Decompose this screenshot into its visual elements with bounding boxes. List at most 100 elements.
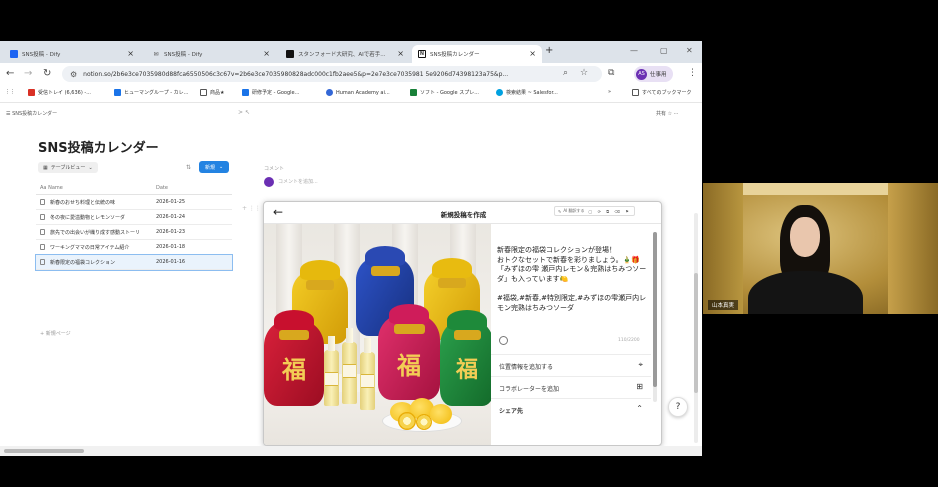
post-image: 福 福 福 [264, 224, 491, 445]
column-header-date[interactable]: Date [156, 185, 168, 191]
edit-icon: ✎ [558, 208, 562, 214]
bookmark-label: Human Academy ai... [336, 89, 390, 96]
share-to-row[interactable]: シェア先 ⌃ [491, 398, 651, 420]
browser-tab-strip: SNS投稿 - Dify × ✉ SNS投稿 - Dify × スタンフォード大… [0, 41, 702, 63]
share-label: 共有 [656, 111, 667, 117]
comment-label: コメント [264, 166, 285, 172]
zoom-icon[interactable]: ⌕ [563, 68, 568, 78]
comment-input[interactable]: コメントを追加... [278, 178, 318, 185]
row-date: 2026-01-18 [156, 244, 186, 250]
breadcrumb-label: SNS投稿カレンダー [12, 111, 58, 117]
row-name: 旅先での出会いが織り成す感動ストーリ [50, 230, 141, 236]
caption-text[interactable]: 新春限定の福袋コレクションが登場！ おトクなセットで新春を彩りましょう。🎍🎁 「… [497, 246, 647, 313]
new-button[interactable]: 新規 ⌄ [199, 161, 230, 173]
bookmark-training[interactable]: 研修予定 - Google... [242, 89, 299, 96]
sort-icon[interactable]: ⇅ [186, 164, 191, 171]
bookmark-label: 受信トレイ (6,636) -... [38, 90, 91, 96]
avatar [264, 177, 274, 187]
help-icon[interactable]: ? [668, 397, 688, 417]
table-row[interactable]: ワーキングママの日常アイテム紹介 2026-01-18 [36, 240, 232, 255]
bookmark-salesforce[interactable]: 検索結果 ~ Salesfor... [496, 89, 558, 96]
site-info-icon[interactable]: ⚙ [70, 70, 77, 79]
table-view-tab[interactable]: ▦ テーブルビュー ⌄ [38, 162, 98, 173]
share-to-label: シェア先 [499, 408, 524, 415]
window-close-icon[interactable]: ✕ [686, 46, 693, 55]
bookmark-star-icon[interactable]: ☆ [580, 68, 588, 78]
maximize-icon[interactable]: ▢ [660, 46, 668, 55]
news-icon [286, 50, 294, 58]
bookmark-human-academy[interactable]: Human Academy ai... [326, 89, 390, 96]
add-page-link[interactable]: + 新規ページ [40, 330, 71, 337]
bookmark-calendar[interactable]: ヒューマングループ - カレ... [114, 89, 188, 96]
table-icon: ▦ [43, 164, 48, 171]
dialog-scrollbar[interactable] [653, 232, 657, 402]
page-title: SNS投稿カレンダー [38, 141, 159, 156]
close-icon[interactable]: × [127, 49, 134, 58]
notion-icon: N [418, 50, 426, 58]
translate-toolbar[interactable]: ✎ AI 翻訳する ▢ ⟳ ⧉ ⌫ ⚑ [554, 206, 635, 216]
browser-tab-2[interactable]: ✉ SNS投稿 - Dify × [146, 45, 276, 63]
folder-icon [632, 89, 639, 96]
new-tab-icon[interactable]: + [545, 45, 553, 56]
table-header: Aa Name Date [36, 181, 232, 195]
add-collaborator-row[interactable]: コラボレーターを追加 ⊞ [491, 376, 651, 398]
chevron-down-icon: ⌄ [219, 164, 224, 170]
fuku-kanji: 福 [397, 351, 421, 380]
bookmark-label: すべてのブックマーク [642, 90, 692, 96]
lemon [430, 404, 452, 424]
minimize-icon[interactable]: — [630, 46, 638, 55]
add-block-icon[interactable]: + ⋮⋮ [242, 205, 261, 212]
bookmark-gmail[interactable]: 受信トレイ (6,636) -... [28, 89, 91, 96]
bookmark-label: 研修予定 - Google... [252, 90, 300, 96]
share-and-more[interactable]: 共有 ☆ ⋯ [656, 110, 679, 117]
soda-bottle [324, 336, 339, 406]
chevron-up-icon: ⌃ [636, 404, 643, 413]
browser-tab-3[interactable]: スタンフォード大研究、AIで若手... × [280, 45, 410, 63]
page-icon [40, 259, 45, 265]
calendar-icon [242, 89, 249, 96]
close-icon[interactable]: × [529, 49, 536, 58]
row-date: 2026-01-16 [156, 259, 186, 265]
emoji-icon[interactable] [499, 336, 508, 345]
column-header-name[interactable]: Aa Name [40, 185, 63, 191]
forward-icon[interactable]: → [24, 68, 32, 79]
panel-expand-icon[interactable]: > ↖ [238, 109, 250, 116]
page-scrollbar[interactable] [694, 213, 698, 443]
browser-tab-4-active[interactable]: N SNS投稿カレンダー × [412, 45, 542, 63]
all-bookmarks[interactable]: すべてのブックマーク [632, 89, 691, 96]
lemon-slice [416, 414, 432, 430]
breadcrumb[interactable]: ☰ SNS投稿カレンダー [6, 110, 57, 117]
dify-icon: ✉ [153, 50, 159, 58]
shared-screen: SNS投稿 - Dify × ✉ SNS投稿 - Dify × スタンフォード大… [0, 41, 702, 456]
more-bookmarks-icon[interactable]: » [608, 89, 611, 95]
soda-bottle [360, 338, 375, 410]
extensions-icon[interactable]: ⧉ [608, 68, 614, 78]
apps-icon[interactable]: ⋮⋮ [5, 89, 15, 95]
person-icon [326, 89, 333, 96]
menu-kebab-icon[interactable]: ⋮ [688, 68, 697, 78]
table-row[interactable]: 新春のおせち料理と伝統の味 2026-01-25 [36, 195, 232, 210]
reload-icon[interactable]: ↻ [43, 68, 51, 79]
horizontal-scrollbar[interactable] [0, 446, 702, 456]
bookmark-sheets[interactable]: ソフト - Google スプレ... [410, 89, 479, 96]
browser-tab-1[interactable]: SNS投稿 - Dify × [4, 45, 140, 63]
add-location-row[interactable]: 位置情報を追加する ⌖ [491, 354, 651, 376]
profile-chip[interactable]: AS 仕事用 [634, 66, 673, 82]
calendar-icon [114, 89, 121, 96]
fuku-kanji: 福 [282, 355, 306, 384]
database-table: Aa Name Date 新春のおせち料理と伝統の味 2026-01-25 冬の… [35, 181, 233, 271]
gmail-icon [28, 89, 35, 96]
dify-icon [10, 50, 18, 58]
close-icon[interactable]: × [397, 49, 404, 58]
tab-title: SNS投稿 - Dify [22, 52, 61, 58]
address-bar[interactable]: ⚙ notion.so/2b6e3ce7035980d88fca6550506c… [62, 66, 602, 82]
bookmark-folder-products[interactable]: 商品★ [200, 89, 224, 96]
table-row-selected[interactable]: 新春限定の福袋コレクション 2026-01-16 [35, 254, 233, 271]
back-icon[interactable]: ← [6, 68, 14, 79]
table-row[interactable]: 冬の夜に愛溢動物とレモンソーダ 2026-01-24 [36, 210, 232, 225]
meeting-stage: SNS投稿 - Dify × ✉ SNS投稿 - Dify × スタンフォード大… [0, 0, 938, 487]
close-icon[interactable]: × [263, 49, 270, 58]
new-label: 新規 [205, 164, 216, 171]
table-row[interactable]: 旅先での出会いが織り成す感動ストーリ 2026-01-23 [36, 225, 232, 240]
profile-label: 仕事用 [650, 72, 667, 78]
